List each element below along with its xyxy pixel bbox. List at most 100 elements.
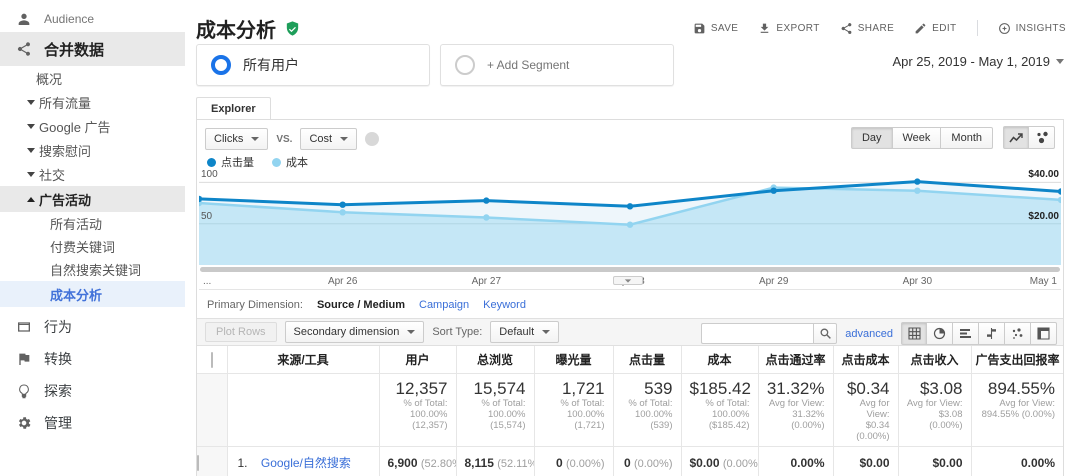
metric-a-select[interactable]: Clicks (205, 128, 269, 150)
sidebar-item-admin[interactable]: 管理 (0, 407, 185, 439)
sidebar-item-label: 广告活动 (39, 192, 92, 208)
dimension-source-medium[interactable]: Source / Medium (317, 299, 405, 311)
row-checkbox[interactable] (197, 454, 199, 471)
bar-view-icon (960, 329, 971, 338)
motion-chart-icon (1036, 131, 1048, 144)
sidebar-item-conversions[interactable]: 转换 (0, 343, 185, 375)
chart-range-scrollbar[interactable] (200, 267, 1060, 272)
percentage-view-button[interactable] (927, 322, 953, 345)
save-button[interactable]: SAVE (693, 22, 739, 35)
sidebar-item-label: Audience (44, 12, 95, 26)
summary-roas: 894.55% Avg for View: 894.55% (0.00%) (971, 373, 1063, 447)
dimension-campaign-link[interactable]: Campaign (419, 299, 469, 311)
sort-type-select[interactable]: Default (490, 321, 560, 343)
row-number: 1. (237, 456, 248, 470)
dimension-keyword-link[interactable]: Keyword (483, 299, 526, 311)
select-all-checkbox[interactable] (210, 351, 213, 368)
secondary-dimension-select[interactable]: Secondary dimension (284, 321, 425, 343)
lightbulb-icon (16, 383, 32, 399)
sidebar-item-campaigns[interactable]: 广告活动 (0, 186, 185, 212)
summary-impressions: 1,721 % of Total: 100.00% (1,721) (534, 373, 614, 447)
date-range-picker[interactable]: Apr 25, 2019 - May 1, 2019 (892, 54, 1064, 69)
sidebar-item-discover[interactable]: 探索 (0, 375, 185, 407)
legend-item-cost: 成本 (272, 154, 308, 170)
column-header-clicks[interactable]: 点击量 (613, 346, 682, 374)
x-axis-label: Apr 26 (327, 276, 358, 287)
motion-chart-button[interactable] (1029, 126, 1055, 149)
term-cloud-view-button[interactable] (1005, 322, 1031, 345)
metric-b-select[interactable]: Cost (300, 128, 358, 150)
granularity-week-button[interactable]: Week (892, 126, 942, 149)
chevron-down-icon (542, 330, 551, 334)
segment-row: 所有用户 + Add Segment Apr 25, 2019 - May 1,… (185, 44, 1080, 96)
granularity-day-button[interactable]: Day (850, 126, 893, 149)
insights-button[interactable]: INSIGHTS (998, 22, 1066, 35)
sidebar-item-label: 合并数据 (44, 41, 105, 59)
chevron-down-icon (27, 147, 35, 153)
sidebar-item-audience[interactable]: Audience (0, 6, 185, 32)
sidebar-item-search-console[interactable]: 搜索慰问 (0, 138, 185, 162)
sidebar-item-merged-data[interactable]: 合并数据 (0, 32, 185, 66)
chevron-down-icon (251, 137, 260, 141)
data-table: 来源/工具 用户 总浏览 曝光量 点击量 成本 点击通过率 点击成本 点击收入 … (197, 346, 1063, 476)
add-metric-button[interactable] (365, 132, 380, 146)
add-segment-button[interactable]: + Add Segment (440, 44, 674, 86)
comparison-view-icon (987, 328, 996, 339)
summary-cost: $185.42 % of Total: 100.00% ($185.42) (681, 373, 759, 447)
pivot-view-button[interactable] (1031, 322, 1057, 345)
sort-type-label: Sort Type: (432, 326, 483, 338)
term-cloud-icon (1012, 328, 1023, 339)
column-header-rpc[interactable]: 点击收入 (898, 346, 972, 374)
granularity-month-button[interactable]: Month (941, 126, 993, 149)
chart-legend: 点击量 成本 (197, 152, 1063, 170)
clicks-series-dot-icon (207, 157, 216, 167)
column-header-ctr[interactable]: 点击通过率 (758, 346, 834, 374)
table-toolbar-right: advanced (701, 322, 1057, 345)
sidebar-item-behavior[interactable]: 行为 (0, 311, 185, 343)
column-header-roas[interactable]: 广告支出回报率 (971, 346, 1063, 374)
y-axis-left-tick: 50 (201, 210, 213, 222)
share-button[interactable]: SHARE (840, 22, 894, 35)
comparison-view-button[interactable] (979, 322, 1005, 345)
column-header-users[interactable]: 用户 (379, 346, 457, 374)
sidebar-item-overview[interactable]: 概况 (0, 66, 185, 90)
sidebar-item-all-traffic[interactable]: 所有流量 (0, 90, 185, 114)
chevron-down-icon (27, 123, 35, 129)
table-view-button[interactable] (901, 322, 927, 345)
pivot-view-icon (1037, 327, 1050, 340)
sidebar-item-social[interactable]: 社交 (0, 162, 185, 186)
segment-ring-icon (455, 55, 475, 75)
sidebar-item-all-campaigns[interactable]: 所有活动 (0, 212, 185, 235)
search-input[interactable] (701, 323, 814, 344)
chart-collapse-button[interactable] (612, 276, 643, 285)
verified-shield-icon (286, 21, 299, 36)
column-header-cost[interactable]: 成本 (681, 346, 759, 374)
plot-rows-button[interactable]: Plot Rows (205, 322, 277, 342)
column-header-pageviews[interactable]: 总浏览 (456, 346, 535, 374)
export-button[interactable]: EXPORT (758, 22, 819, 35)
summary-cpc: $0.34 Avg for View: $0.34 (0.00%) (833, 373, 899, 447)
summary-pageviews: 15,574 % of Total: 100.00% (15,574) (456, 373, 535, 447)
pencil-icon (915, 23, 926, 33)
advanced-filter-link[interactable]: advanced (845, 328, 893, 340)
sidebar-item-google-ads[interactable]: Google 广告 (0, 114, 185, 138)
edit-button[interactable]: EDIT (914, 22, 956, 35)
segment-all-users[interactable]: 所有用户 (196, 44, 430, 86)
save-icon (694, 23, 705, 33)
tab-explorer[interactable]: Explorer (196, 97, 271, 119)
column-header-cpc[interactable]: 点击成本 (833, 346, 899, 374)
sidebar-item-organic-keywords[interactable]: 自然搜索关键词 (0, 258, 185, 281)
line-chart-button[interactable] (1003, 126, 1029, 149)
sidebar-item-paid-keywords[interactable]: 付费关键词 (0, 235, 185, 258)
column-header-impressions[interactable]: 曝光量 (534, 346, 614, 374)
sidebar-item-label: 成本分析 (50, 287, 103, 303)
source-medium-link[interactable]: Google/自然搜索 (261, 456, 351, 470)
column-header-source[interactable]: 来源/工具 (227, 346, 380, 374)
search-button[interactable] (813, 323, 838, 344)
y-axis-left-tick: 100 (201, 169, 218, 181)
metric-picker-row: Clicks VS. Cost Day Week Month (197, 120, 1063, 152)
sidebar-item-cost-analysis[interactable]: 成本分析 (0, 281, 185, 307)
performance-view-button[interactable] (953, 322, 979, 345)
summary-rpc: $3.08 Avg for View: $3.08 (0.00%) (898, 373, 972, 447)
person-icon (16, 11, 32, 27)
